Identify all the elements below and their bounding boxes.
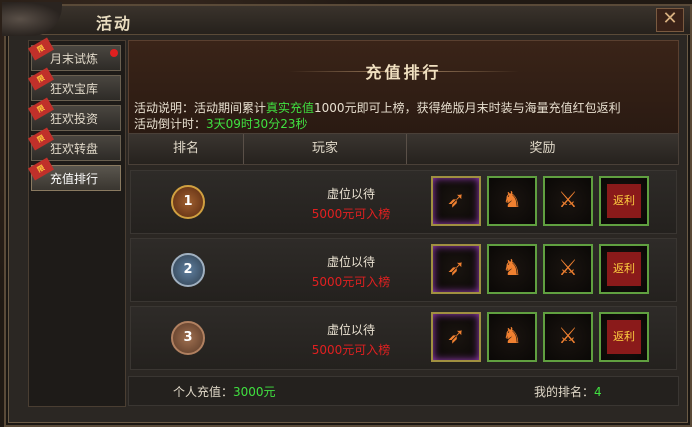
sidebar-item-label: 充值排行 xyxy=(50,172,99,186)
header-reward: 奖励 xyxy=(529,141,556,156)
table-header: 排名 玩家 奖励 xyxy=(128,133,679,165)
sidebar-item-monthly-trial[interactable]: 限 月末试炼 xyxy=(27,37,121,71)
armor-icon[interactable]: ♞ xyxy=(487,176,537,226)
weapon-icon[interactable]: ⚔ xyxy=(543,244,593,294)
wings-icon[interactable]: ➶ xyxy=(431,312,481,362)
player-cell: 虚位以待 5000元可入榜 xyxy=(281,321,421,358)
sidebar-item-investment[interactable]: 限 狂欢投资 xyxy=(27,97,121,131)
rank-1-badge-icon: 1 xyxy=(171,185,205,219)
window-title: 活动 xyxy=(96,14,133,33)
desc-suffix: 1000元即可上榜，获得绝版月末时装与海量充值红包返利 xyxy=(314,101,621,115)
notification-dot-icon xyxy=(110,49,118,57)
reward-glyph: 返利 xyxy=(607,252,641,286)
reward-glyph: ⚔ xyxy=(558,256,578,281)
banner-title: 充值排行 xyxy=(365,63,442,82)
reward-glyph: ♞ xyxy=(502,324,522,349)
event-description: 活动说明：活动期间累计真实充值1000元即可上榜，获得绝版月末时装与海量充值红包… xyxy=(134,99,621,116)
dragon-ornament-icon xyxy=(2,2,62,36)
table-row: 2 虚位以待 5000元可入榜 ➶ ♞ ⚔ 返利 xyxy=(130,238,677,302)
red-packet-icon[interactable]: 返利 xyxy=(599,176,649,226)
reward-glyph: 返利 xyxy=(607,184,641,218)
countdown-value: 3天09时30分23秒 xyxy=(206,117,308,131)
recharge-label: 个人充值： xyxy=(173,385,234,399)
reward-glyph: 返利 xyxy=(607,320,641,354)
player-name: 虚位以待 xyxy=(326,255,375,269)
weapon-icon[interactable]: ⚔ xyxy=(543,312,593,362)
player-cell: 虚位以待 5000元可入榜 xyxy=(281,253,421,290)
weapon-icon[interactable]: ⚔ xyxy=(543,176,593,226)
main-panel: 充值排行 活动说明：活动期间累计真实充值1000元即可上榜，获得绝版月末时装与海… xyxy=(128,40,679,406)
header-player: 玩家 xyxy=(311,141,338,156)
header-rank: 排名 xyxy=(172,141,199,156)
summary-bar: 个人充值：3000元 我的排名：4 xyxy=(128,376,679,406)
red-packet-icon[interactable]: 返利 xyxy=(599,244,649,294)
reward-glyph: ⚔ xyxy=(558,188,578,213)
desc-highlight: 真实充值 xyxy=(266,101,315,115)
rank-label: 我的排名： xyxy=(534,385,595,399)
player-name: 虚位以待 xyxy=(326,323,375,337)
sidebar-item-label: 月末试炼 xyxy=(50,52,99,66)
title-bar: 活动 ✕ xyxy=(2,2,690,36)
entry-requirement: 5000元可入榜 xyxy=(311,275,391,289)
reward-glyph: ⚔ xyxy=(558,324,578,349)
countdown-label: 活动倒计时： xyxy=(134,117,207,131)
reward-glyph: ♞ xyxy=(502,188,522,213)
reward-glyph: ➶ xyxy=(446,256,466,281)
rank-value: 4 xyxy=(594,385,602,399)
desc-prefix: 活动说明：活动期间累计 xyxy=(134,101,267,115)
armor-icon[interactable]: ♞ xyxy=(487,244,537,294)
wings-icon[interactable]: ➶ xyxy=(431,176,481,226)
rank-2-badge-icon: 2 xyxy=(171,253,205,287)
event-banner: 充值排行 活动说明：活动期间累计真实充值1000元即可上榜，获得绝版月末时装与海… xyxy=(128,40,679,134)
player-name: 虚位以待 xyxy=(326,187,375,201)
recharge-value: 3000元 xyxy=(233,385,276,399)
entry-requirement: 5000元可入榜 xyxy=(311,343,391,357)
reward-glyph: ➶ xyxy=(446,324,466,349)
close-button[interactable]: ✕ xyxy=(656,8,684,32)
countdown: 活动倒计时：3天09时30分23秒 xyxy=(134,115,307,132)
sidebar-item-label: 狂欢投资 xyxy=(50,112,99,126)
player-cell: 虚位以待 5000元可入榜 xyxy=(281,185,421,222)
sidebar-item-label: 狂欢宝库 xyxy=(50,82,99,96)
rank-3-badge-icon: 3 xyxy=(171,321,205,355)
sidebar-item-recharge-rank[interactable]: 限 充值排行 xyxy=(27,157,121,191)
red-packet-icon[interactable]: 返利 xyxy=(599,312,649,362)
sidebar-item-label: 狂欢转盘 xyxy=(50,142,99,156)
sidebar-item-treasury[interactable]: 限 狂欢宝库 xyxy=(27,67,121,101)
wings-icon[interactable]: ➶ xyxy=(431,244,481,294)
table-row: 3 虚位以待 5000元可入榜 ➶ ♞ ⚔ 返利 xyxy=(130,306,677,370)
activity-window: 活动 ✕ 限 月末试炼 限 狂欢宝库 限 狂欢投资 限 狂欢转盘 限 充值排行 xyxy=(2,2,692,427)
personal-recharge: 个人充值：3000元 xyxy=(173,383,276,400)
reward-glyph: ♞ xyxy=(502,256,522,281)
entry-requirement: 5000元可入榜 xyxy=(311,207,391,221)
table-row: 1 虚位以待 5000元可入榜 ➶ ♞ ⚔ 返利 xyxy=(130,170,677,234)
reward-glyph: ➶ xyxy=(446,188,466,213)
sidebar-item-wheel[interactable]: 限 狂欢转盘 xyxy=(27,127,121,161)
sidebar: 限 月末试炼 限 狂欢宝库 限 狂欢投资 限 狂欢转盘 限 充值排行 xyxy=(27,37,126,407)
armor-icon[interactable]: ♞ xyxy=(487,312,537,362)
my-rank: 我的排名：4 xyxy=(534,383,602,400)
